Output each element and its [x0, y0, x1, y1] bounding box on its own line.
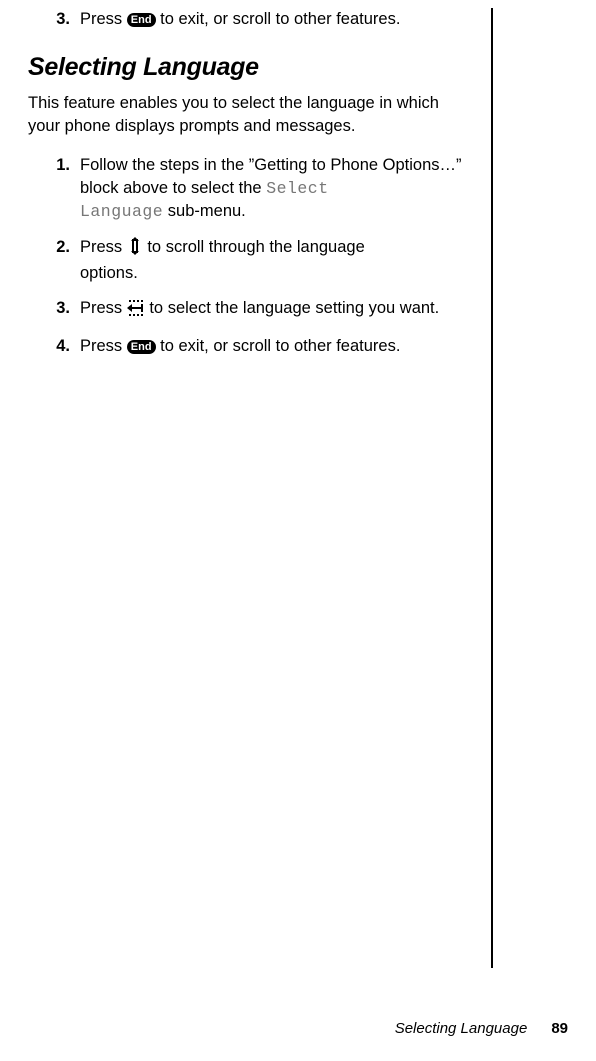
page-number: 89	[551, 1020, 568, 1037]
step-number: 2.	[46, 236, 70, 285]
section-intro: This feature enables you to select the l…	[28, 92, 469, 138]
text-fragment: to exit, or scroll to other features.	[156, 10, 401, 28]
nav-horizontal-icon	[127, 300, 145, 323]
text-fragment: to exit, or scroll to other features.	[156, 337, 401, 355]
text-fragment: Press	[80, 238, 127, 256]
section-heading: Selecting Language	[28, 53, 469, 82]
step-number: 3.	[46, 297, 70, 323]
page-container: 3. Press End to exit, or scroll to other…	[0, 0, 596, 1061]
text-fragment: options.	[80, 264, 138, 282]
page-footer: Selecting Language 89	[395, 1020, 568, 1037]
step-text: Press End to exit, or scroll to other fe…	[80, 8, 469, 31]
nav-vertical-icon	[127, 237, 143, 262]
lcd-text: Select	[266, 179, 328, 198]
step-4: 4. Press End to exit, or scroll to other…	[28, 335, 469, 358]
step-3: 3. Press to select the language setting …	[28, 297, 469, 323]
text-fragment: Press	[80, 337, 127, 355]
text-fragment: Press	[80, 299, 127, 317]
step-text: Press to select the language setting you…	[80, 297, 469, 323]
content-column: 3. Press End to exit, or scroll to other…	[28, 8, 493, 968]
text-fragment: to select the language setting you want.	[145, 299, 439, 317]
prev-step-3: 3. Press End to exit, or scroll to other…	[28, 8, 469, 31]
footer-title: Selecting Language	[395, 1020, 528, 1037]
text-fragment: to scroll through the language	[143, 238, 365, 256]
step-2: 2. Press to scroll through the language …	[28, 236, 469, 285]
step-text: Press End to exit, or scroll to other fe…	[80, 335, 469, 358]
lcd-text: Language	[80, 202, 163, 221]
end-key-icon: End	[127, 340, 156, 354]
step-number: 4.	[46, 335, 70, 358]
end-key-icon: End	[127, 13, 156, 27]
step-text: Press to scroll through the language opt…	[80, 236, 469, 285]
step-number: 3.	[46, 8, 70, 31]
text-fragment: Press	[80, 10, 127, 28]
step-number: 1.	[46, 154, 70, 223]
text-fragment: sub-menu.	[163, 202, 246, 220]
step-1: 1. Follow the steps in the ”Getting to P…	[28, 154, 469, 223]
step-text: Follow the steps in the ”Getting to Phon…	[80, 154, 469, 223]
